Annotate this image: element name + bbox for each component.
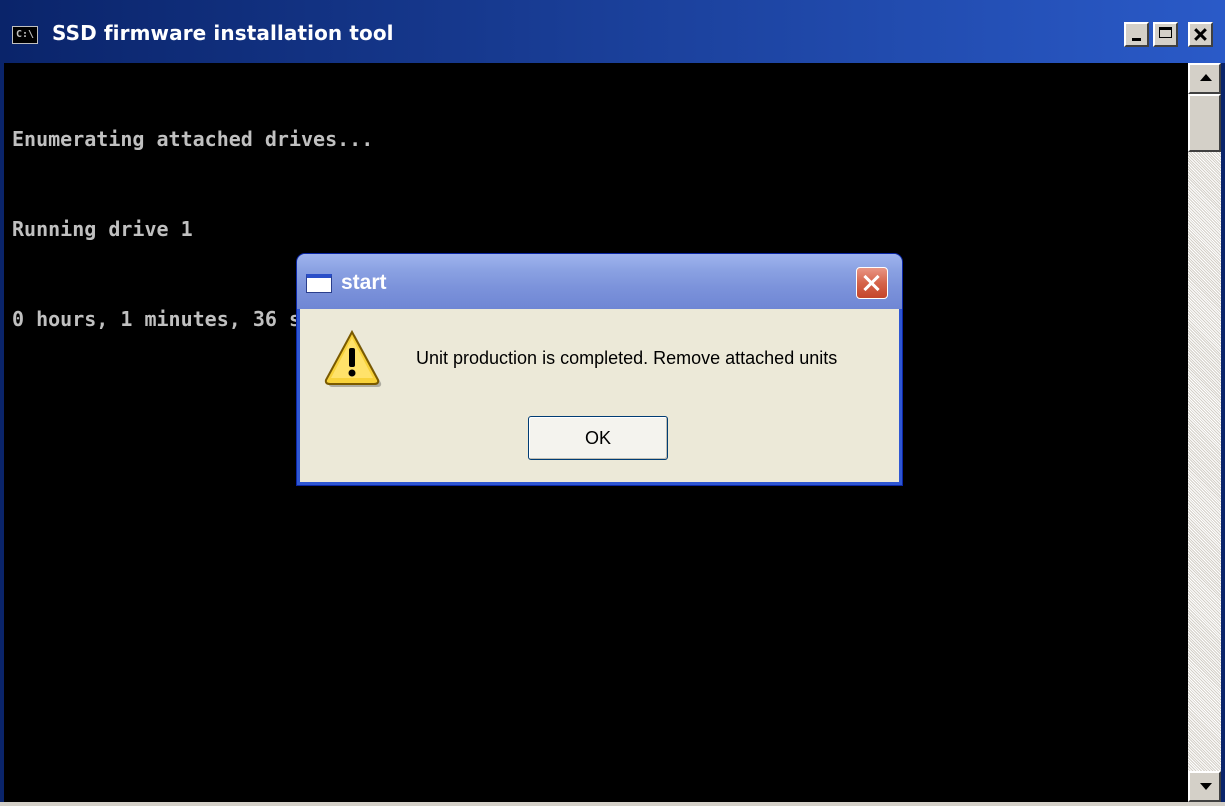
scroll-up-button[interactable] xyxy=(1188,63,1221,94)
scroll-down-button[interactable] xyxy=(1188,771,1221,802)
dialog-title: start xyxy=(341,271,387,294)
console-titlebar[interactable]: C:\ SSD firmware installation tool xyxy=(0,0,1225,63)
minimize-button[interactable] xyxy=(1124,22,1149,47)
dialog-close-button[interactable] xyxy=(856,267,888,299)
warning-icon xyxy=(324,329,382,387)
scroll-thumb[interactable] xyxy=(1188,94,1221,152)
console-line: Enumerating attached drives... xyxy=(12,127,374,151)
console-line: Running drive 1 xyxy=(12,217,193,241)
window-icon xyxy=(306,274,332,293)
close-button[interactable] xyxy=(1188,22,1213,47)
dialog-message: Unit production is completed. Remove att… xyxy=(416,348,838,368)
console-title: SSD firmware installation tool xyxy=(52,21,394,45)
console-app-icon[interactable]: C:\ xyxy=(12,26,38,44)
maximize-button[interactable] xyxy=(1153,22,1178,47)
vertical-scrollbar[interactable] xyxy=(1188,63,1221,802)
dialog-titlebar[interactable]: start xyxy=(297,254,902,309)
message-dialog: start Unit production is completed. Remo… xyxy=(297,254,902,485)
ok-button[interactable]: OK xyxy=(528,416,668,460)
